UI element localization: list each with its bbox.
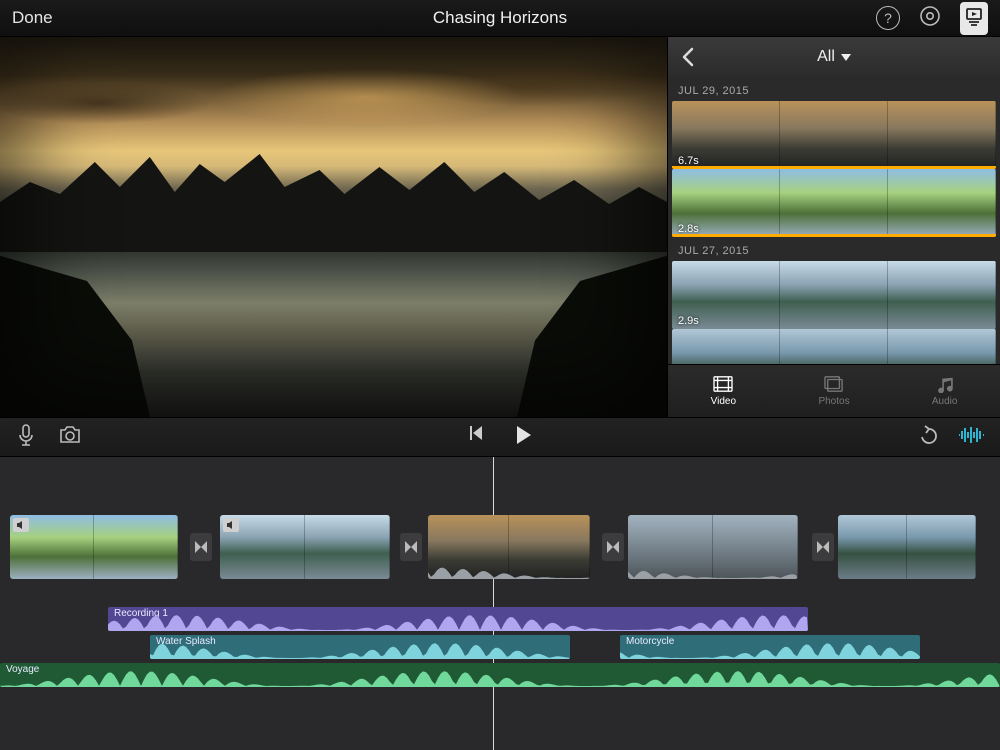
timeline-video-clip[interactable] (838, 515, 976, 579)
media-date-label: JUL 29, 2015 (668, 77, 1000, 101)
settings-icon[interactable] (918, 4, 942, 33)
browser-tab-label: Photos (818, 396, 849, 407)
transition-button[interactable] (812, 533, 834, 561)
project-title: Chasing Horizons (0, 8, 1000, 28)
play-button[interactable] (512, 424, 534, 451)
timeline-audio-clip[interactable]: Recording 1 (108, 607, 808, 631)
transition-button[interactable] (190, 533, 212, 561)
mute-icon (13, 518, 29, 532)
media-date-label: JUL 27, 2015 (668, 237, 1000, 261)
timeline-video-clip[interactable] (628, 515, 798, 579)
media-clip[interactable] (672, 329, 996, 364)
media-browser: All JUL 29, 20156.7s2.8sJUL 27, 2015 2.9s… (667, 37, 1000, 417)
browser-tab-label: Audio (932, 396, 958, 407)
transition-button[interactable] (400, 533, 422, 561)
media-clip[interactable]: 6.7s (672, 101, 996, 169)
browser-tab-label: Video (711, 396, 736, 407)
done-button[interactable]: Done (12, 8, 53, 28)
share-icon[interactable] (960, 2, 988, 35)
skip-back-icon[interactable] (466, 424, 484, 451)
preview-viewer[interactable] (0, 37, 667, 417)
transport-bar (0, 417, 1000, 457)
help-icon[interactable]: ? (876, 6, 900, 30)
browser-tab-photos[interactable]: Photos (779, 365, 890, 417)
playhead-line (493, 457, 494, 750)
browser-tab-video[interactable]: Video (668, 365, 779, 417)
selection-bar (672, 234, 996, 237)
timeline-video-clip[interactable] (220, 515, 390, 579)
media-filter-dropdown[interactable]: All (708, 48, 960, 66)
video-track (0, 515, 1000, 585)
browser-back-button[interactable] (668, 37, 708, 77)
timeline-audio-clip[interactable]: Water Splash (150, 635, 570, 659)
app-header: Done Chasing Horizons ? (0, 0, 1000, 37)
media-clip[interactable]: 2.9s (672, 261, 996, 329)
timeline[interactable]: Recording 1 Water Splash Motorcycle Voyage (0, 457, 1000, 750)
clip-duration: 2.9s (678, 315, 699, 327)
media-clip[interactable]: 2.8s (672, 169, 996, 237)
transition-button[interactable] (602, 533, 624, 561)
timeline-video-clip[interactable] (428, 515, 590, 579)
media-filter-label: All (817, 48, 835, 66)
mute-icon (223, 518, 239, 532)
browser-tab-audio[interactable]: Audio (889, 365, 1000, 417)
timeline-video-clip[interactable] (10, 515, 178, 579)
timeline-audio-clip[interactable]: Motorcycle (620, 635, 920, 659)
timeline-audio-clip[interactable]: Voyage (0, 663, 1000, 687)
chevron-down-icon (841, 54, 851, 61)
